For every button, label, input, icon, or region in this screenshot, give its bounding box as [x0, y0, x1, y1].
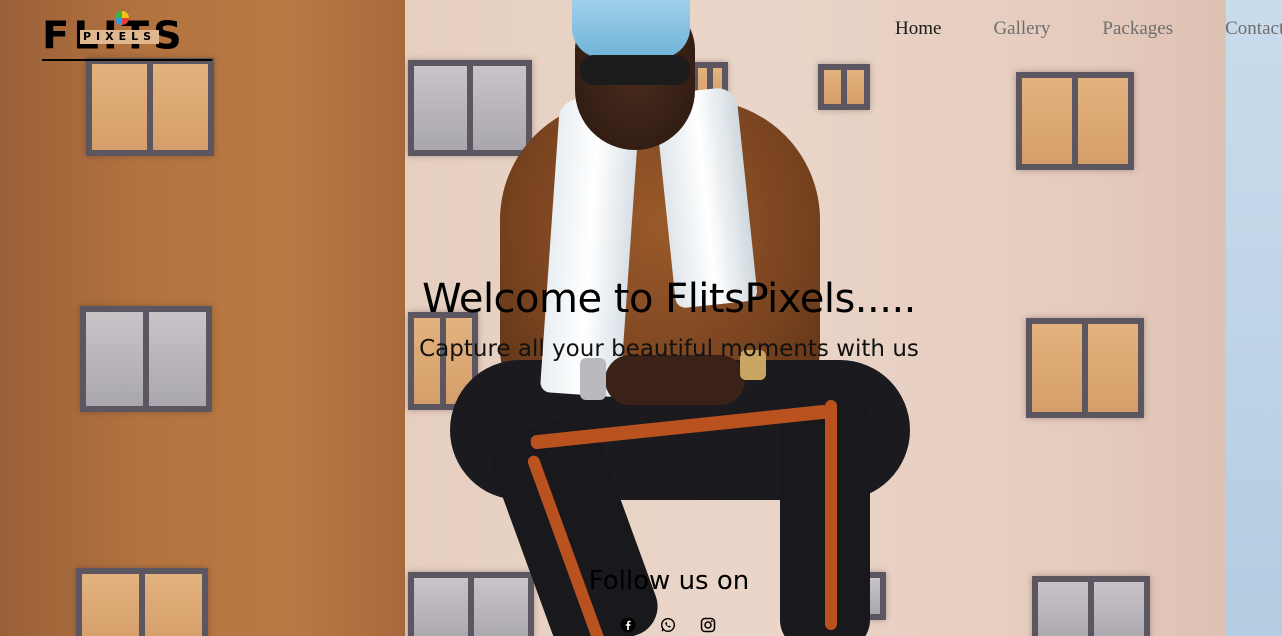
window — [1016, 72, 1134, 170]
window — [86, 58, 214, 156]
hero-subtitle: Capture all your beautiful moments with … — [419, 336, 919, 362]
nav-contact[interactable]: Contact — [1225, 18, 1282, 40]
instagram-icon[interactable] — [700, 617, 716, 633]
nav-home[interactable]: Home — [895, 18, 941, 40]
main-nav: Home Gallery Packages Contact — [895, 18, 1282, 40]
social-links — [620, 617, 716, 633]
brand-logo[interactable]: FLITS PIXELS — [42, 11, 214, 64]
nav-gallery[interactable]: Gallery — [993, 18, 1050, 40]
hero-title: Welcome to FlitsPixels..... — [422, 276, 916, 322]
logo-color-dot-icon — [115, 11, 129, 25]
logo-underline — [42, 59, 212, 61]
window — [1026, 318, 1144, 418]
logo-subtext: PIXELS — [80, 30, 160, 44]
facebook-icon[interactable] — [620, 617, 636, 633]
nav-packages[interactable]: Packages — [1102, 18, 1173, 40]
follow-heading: Follow us on — [588, 566, 750, 596]
whatsapp-icon[interactable] — [660, 617, 676, 633]
